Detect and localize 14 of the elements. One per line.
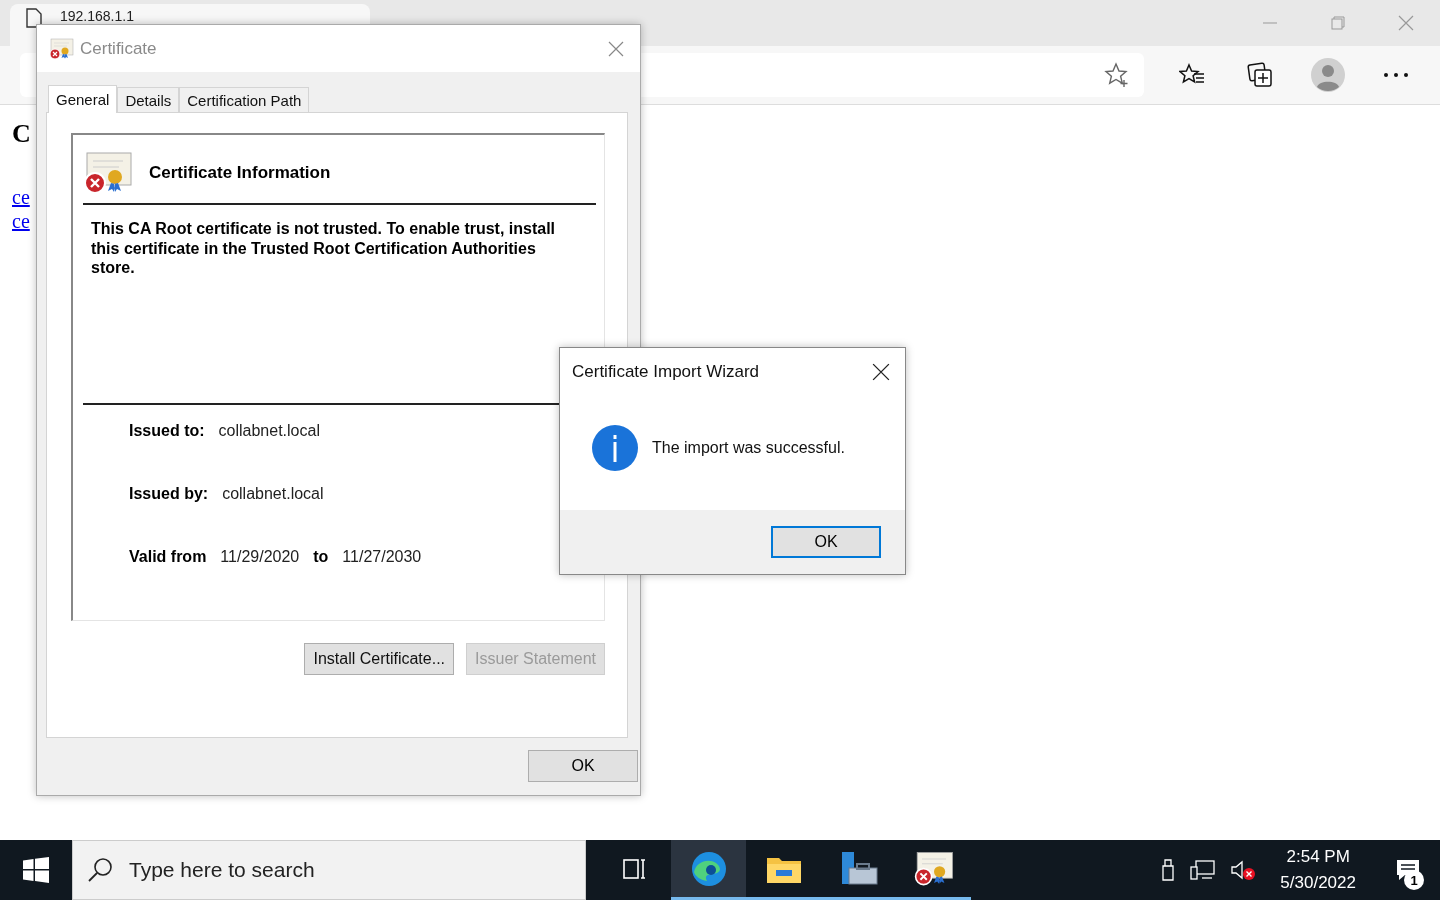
dialog-message: The import was successful. [652,438,845,457]
field-value: collabnet.local [222,484,324,503]
field-label: Issued by: [129,484,209,503]
field-value: collabnet.local [218,421,320,440]
info-title: Certificate Information [149,163,331,183]
field-value: 11/27/2030 [342,547,422,566]
trust-message: This CA Root certificate is not trusted. To enable trust, install this certificate in the Trusted Root Certification Authorities store. [91,219,557,278]
page-heading: C [12,119,31,149]
field-label: to [313,547,329,566]
field-value: 11/29/2020 [220,547,300,566]
field-label: Valid from [129,547,207,566]
dialog-title: Certificate Import Wizard [572,361,761,382]
field-label: Issued to: [129,421,205,440]
tab-title: 192.168.1.1 [60,8,134,24]
